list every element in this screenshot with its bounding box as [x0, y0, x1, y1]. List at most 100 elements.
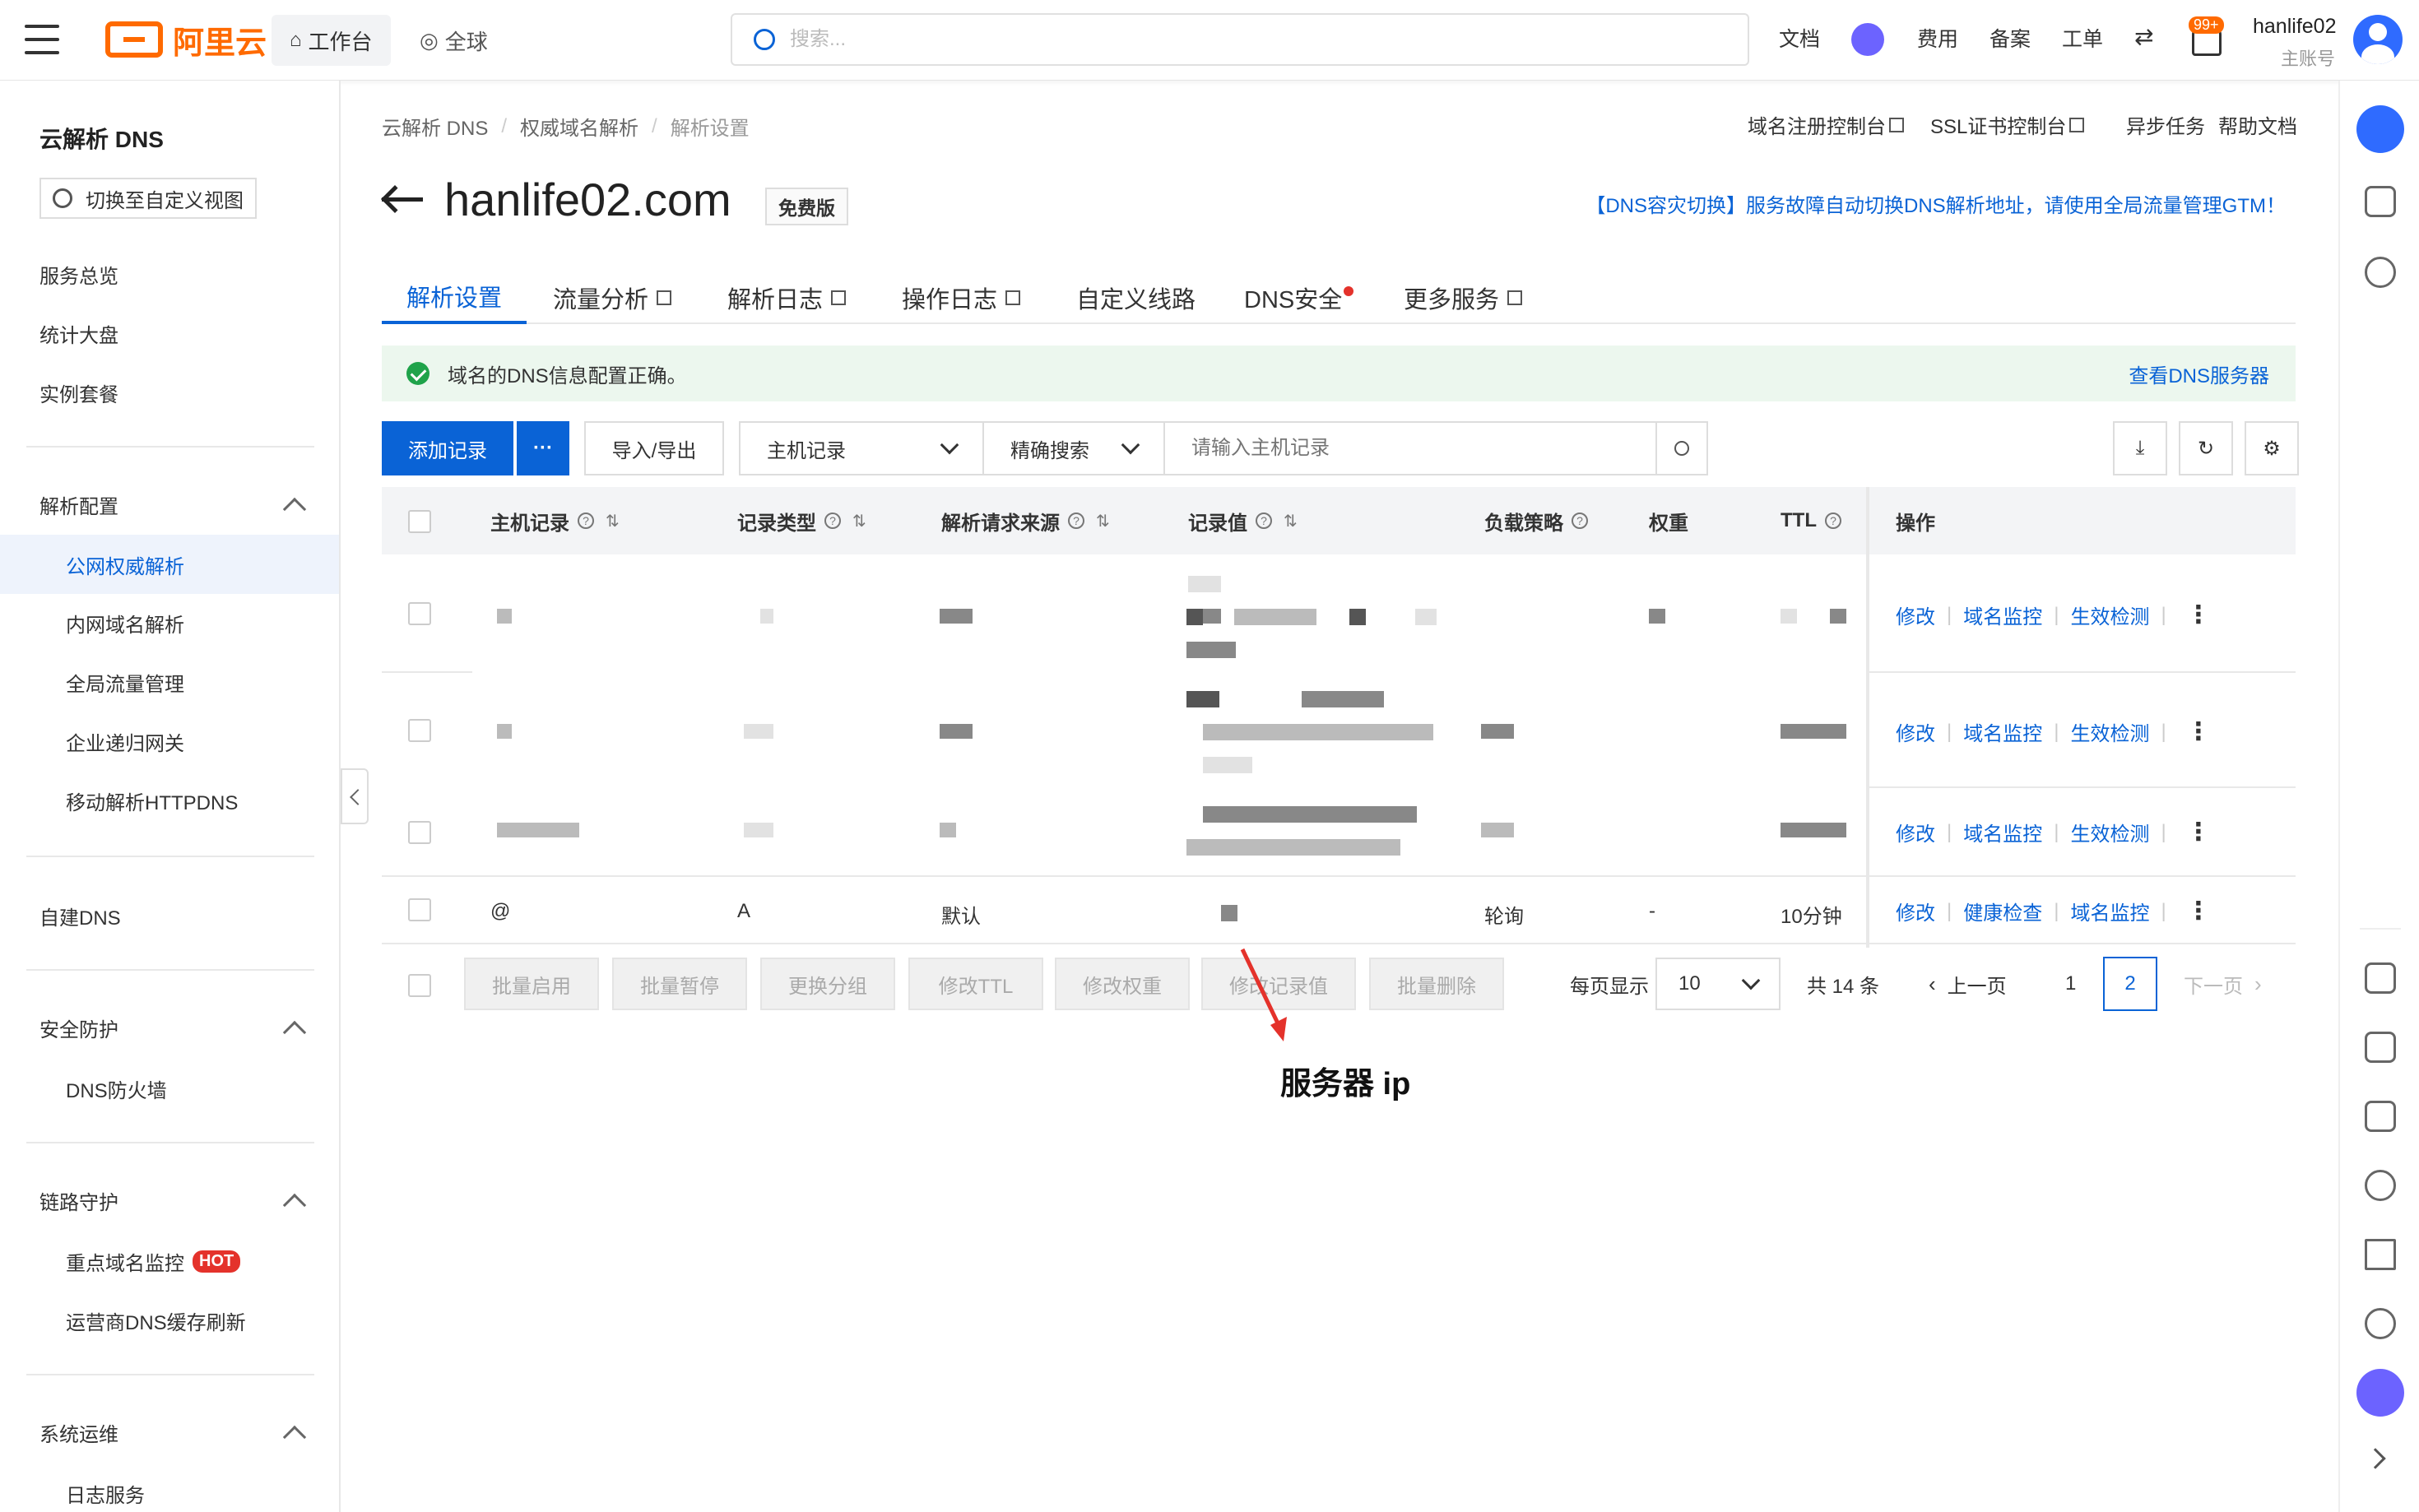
effect-check-link[interactable]: 生效检测 [2070, 717, 2149, 746]
sidebar-item-overview[interactable]: 服务总览 [39, 260, 118, 289]
edit-link[interactable]: 修改 [1896, 717, 1935, 746]
domain-monitor-link[interactable]: 域名监控 [2070, 897, 2149, 925]
add-record-button[interactable]: 添加记录 [382, 421, 513, 475]
sort-icon[interactable]: ⇅ [852, 511, 866, 531]
footer-select-all-checkbox[interactable] [408, 974, 431, 997]
settings-button[interactable]: ⚙ [2245, 421, 2299, 475]
avatar[interactable] [2353, 15, 2403, 64]
prev-page-button[interactable]: ‹ 上一页 [1929, 958, 2007, 1010]
row-checkbox[interactable] [408, 602, 431, 625]
help-icon[interactable] [2365, 257, 2396, 288]
workbench-button[interactable]: ⌂ 工作台 [272, 15, 391, 66]
more-vertical-icon[interactable]: ⋮ [2186, 601, 2211, 629]
modify-ttl-button[interactable]: 修改TTL [908, 958, 1043, 1010]
row-checkbox[interactable] [408, 898, 431, 921]
sidebar-item-recursive-gateway[interactable]: 企业递归网关 [66, 727, 184, 756]
sidebar-group-link[interactable]: 链路守护 [39, 1186, 307, 1217]
aliyun-logo[interactable]: 阿里云 [105, 18, 267, 61]
th-value[interactable]: 记录值? ⇅ [1188, 487, 1298, 554]
custom-view-button[interactable]: 切换至自定义视图 [39, 178, 257, 219]
chevron-right-icon[interactable] [2365, 1448, 2386, 1469]
domain-console-link[interactable]: 域名注册控制台 [1748, 110, 1904, 139]
page-1-button[interactable]: 1 [2065, 958, 2076, 1010]
batch-delete-button[interactable]: 批量删除 [1369, 958, 1504, 1010]
batch-enable-button[interactable]: 批量启用 [464, 958, 599, 1010]
record-search-input[interactable] [1191, 437, 1629, 460]
more-vertical-icon[interactable]: ⋮ [2186, 717, 2211, 746]
sidebar-item-gtm[interactable]: 全局流量管理 [66, 668, 184, 697]
sidebar-item-self-dns[interactable]: 自建DNS [39, 902, 121, 930]
async-tasks-link[interactable]: 异步任务 [2126, 110, 2205, 139]
sort-icon[interactable]: ⇅ [606, 511, 620, 531]
search-field-select[interactable]: 主机记录 [739, 421, 984, 475]
tab-resolve-settings[interactable]: 解析设置 [382, 271, 527, 324]
tab-resolve-log[interactable]: 解析日志 [727, 271, 847, 324]
more-vertical-icon[interactable]: ⋮ [2186, 897, 2211, 925]
modify-weight-button[interactable]: 修改权重 [1055, 958, 1190, 1010]
domain-monitor-link[interactable]: 域名监控 [1963, 601, 2042, 629]
th-type[interactable]: 记录类型? ⇅ [737, 487, 866, 554]
sidebar-collapse-handle[interactable] [341, 768, 369, 824]
ssl-console-link[interactable]: SSL证书控制台 [1930, 110, 2085, 139]
health-check-link[interactable]: 健康检查 [1963, 897, 2042, 925]
th-source[interactable]: 解析请求来源? ⇅ [941, 487, 1110, 554]
effect-check-link[interactable]: 生效检测 [2070, 818, 2149, 846]
tab-operation-log[interactable]: 操作日志 [902, 271, 1021, 324]
tab-dns-security[interactable]: DNS安全 [1244, 271, 1354, 324]
sidebar-group-resolve[interactable]: 解析配置 [39, 490, 307, 521]
change-group-button[interactable]: 更换分组 [760, 958, 895, 1010]
robot-assistant-icon[interactable] [2356, 105, 2404, 153]
help-docs-link[interactable]: 帮助文档 [2218, 110, 2297, 139]
nav-docs[interactable]: 文档 [1779, 23, 1820, 53]
edit-icon[interactable] [2365, 1239, 2396, 1270]
row-checkbox[interactable] [408, 719, 431, 742]
sort-icon[interactable]: ⇅ [1096, 511, 1110, 531]
sidebar-item-public-authority[interactable]: 公网权威解析 [0, 535, 339, 594]
tab-traffic-analysis[interactable]: 流量分析 [553, 271, 672, 324]
sidebar-group-security[interactable]: 安全防护 [39, 1013, 307, 1044]
region-selector[interactable]: ◎ 全球 [411, 15, 496, 66]
nav-icp[interactable]: 备案 [1990, 23, 2031, 53]
sidebar-item-private-zone[interactable]: 内网域名解析 [66, 609, 184, 638]
th-host[interactable]: 主机记录? ⇅ [490, 487, 620, 554]
nav-billing[interactable]: 费用 [1917, 23, 1958, 53]
terminal-icon[interactable] [2365, 1101, 2396, 1132]
global-search-input[interactable] [790, 28, 1748, 51]
gtm-banner-link[interactable]: 【DNS容灾切换】服务故障自动切换DNS解析地址，请使用全局流量管理GTM！ [1586, 189, 2286, 218]
document-icon[interactable] [2365, 962, 2396, 994]
username[interactable]: hanlife02 [2253, 15, 2336, 39]
breadcrumb-item[interactable]: 权威域名解析 [520, 112, 638, 141]
gear-icon[interactable] [2365, 1170, 2396, 1201]
refresh-button[interactable]: ↻ [2179, 421, 2233, 475]
page-2-button[interactable]: 2 [2103, 957, 2157, 1011]
domain-monitor-link[interactable]: 域名监控 [1963, 717, 2042, 746]
view-dns-servers-link[interactable]: 查看DNS服务器 [2129, 359, 2269, 388]
sidebar-item-cache-refresh[interactable]: 运营商DNS缓存刷新 [66, 1306, 246, 1335]
headset-icon[interactable] [2365, 1308, 2396, 1339]
row-checkbox[interactable] [408, 821, 431, 844]
tab-more-services[interactable]: 更多服务 [1404, 271, 1523, 324]
menu-icon[interactable] [25, 25, 59, 54]
ai-assistant-icon[interactable] [1851, 23, 1884, 56]
domain-monitor-link[interactable]: 域名监控 [1963, 818, 2042, 846]
sidebar-item-instances[interactable]: 实例套餐 [39, 378, 118, 407]
ai-assistant-icon[interactable] [2356, 1369, 2404, 1417]
nav-ticket[interactable]: 工单 [2062, 23, 2103, 53]
edit-link[interactable]: 修改 [1896, 818, 1935, 846]
search-button[interactable] [1655, 421, 1708, 475]
sidebar-item-dns-firewall[interactable]: DNS防火墙 [66, 1074, 167, 1103]
match-mode-select[interactable]: 精确搜索 [982, 421, 1165, 475]
sidebar-item-log-service[interactable]: 日志服务 [66, 1479, 145, 1508]
sort-icon[interactable]: ⇅ [1284, 511, 1298, 531]
select-all-checkbox[interactable] [408, 510, 431, 533]
sidebar-item-dashboard[interactable]: 统计大盘 [39, 319, 118, 348]
more-actions-button[interactable]: ··· [517, 421, 569, 475]
next-page-button[interactable]: 下一页 › [2184, 958, 2262, 1010]
per-page-select[interactable]: 10 [1655, 958, 1781, 1010]
sidebar-item-httpdns[interactable]: 移动解析HTTPDNS [66, 786, 238, 815]
batch-pause-button[interactable]: 批量暂停 [612, 958, 747, 1010]
effect-check-link[interactable]: 生效检测 [2070, 601, 2149, 629]
edit-link[interactable]: 修改 [1896, 601, 1935, 629]
sidebar-group-ops[interactable]: 系统运维 [39, 1418, 307, 1449]
api-icon[interactable] [2365, 1032, 2396, 1063]
